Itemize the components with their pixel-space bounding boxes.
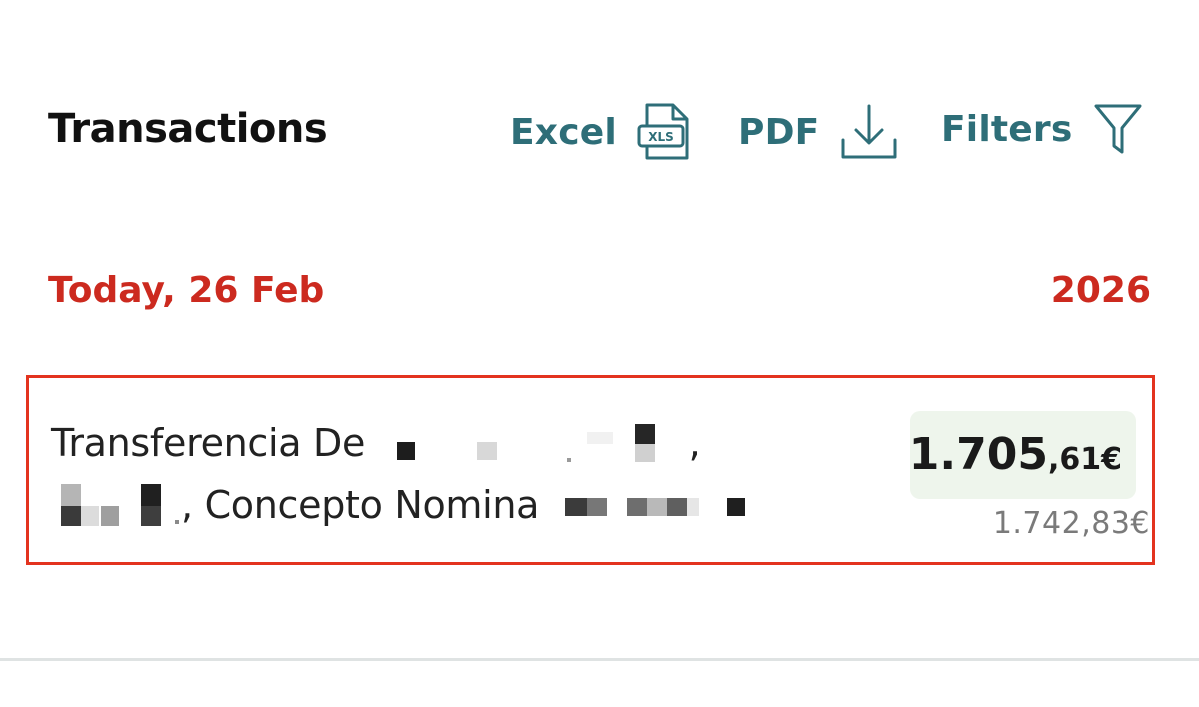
date-group-header: Today, 26 Feb 2026	[48, 270, 1151, 320]
transaction-description: Transferencia De , , Concepto Nomina	[51, 412, 831, 536]
description-prefix: Transferencia De	[51, 421, 366, 465]
date-label: Today, 26 Feb	[48, 270, 325, 311]
amount-integer: 1.705	[908, 429, 1048, 480]
description-concept: Concepto Nomina	[204, 483, 540, 527]
xls-icon-text: XLS	[648, 130, 674, 144]
export-excel-button[interactable]: Excel XLS	[510, 102, 691, 162]
amount-badge: 1.705,61€	[909, 411, 1136, 499]
export-pdf-label: PDF	[738, 111, 820, 153]
export-pdf-button[interactable]: PDF	[738, 102, 899, 162]
transaction-row[interactable]: Transferencia De , , Concepto Nomina 1.7…	[26, 375, 1155, 565]
download-icon	[841, 104, 897, 159]
description-line-2-sep: ,	[181, 483, 193, 527]
redacted-reference	[551, 486, 751, 526]
filters-label: Filters	[941, 108, 1073, 150]
redacted-name-1	[377, 423, 677, 464]
xls-file-icon: XLS	[637, 103, 689, 160]
description-line-2: , Concepto Nomina	[51, 474, 831, 536]
redacted-name-2	[51, 483, 181, 528]
page-title: Transactions	[48, 106, 328, 152]
export-excel-label: Excel	[510, 111, 617, 153]
description-line-1: Transferencia De ,	[51, 412, 831, 474]
balance-after: 1.742,83€	[992, 506, 1150, 541]
description-line-1-suffix: ,	[688, 421, 701, 465]
filter-icon	[1094, 104, 1142, 154]
filters-button[interactable]: Filters	[941, 102, 1144, 156]
transactions-header: Transactions Excel XLS PDF Filters	[0, 98, 1199, 168]
amount-decimal: ,61€	[1047, 442, 1122, 477]
transactions-screen: Transactions Excel XLS PDF Filters Today…	[0, 0, 1199, 707]
transaction-amount: 1.705,61€	[909, 429, 1122, 480]
year-label: 2026	[1050, 270, 1151, 311]
divider	[0, 658, 1199, 661]
